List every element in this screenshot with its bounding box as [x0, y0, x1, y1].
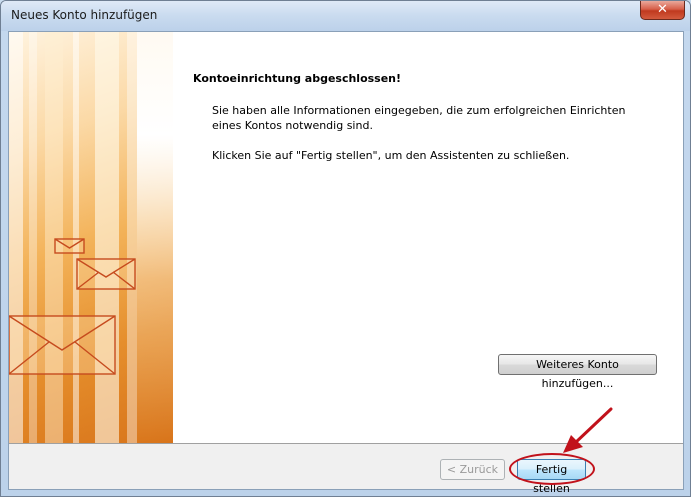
window-title: Neues Konto hinzufügen — [11, 8, 158, 22]
close-icon: ✕ — [657, 2, 668, 17]
envelope-icon — [9, 238, 136, 375]
wizard-frame: Kontoeinrichtung abgeschlossen! Sie habe… — [8, 31, 684, 495]
close-button[interactable]: ✕ — [640, 1, 685, 20]
annotation-arrow — [563, 407, 613, 453]
instruction-text: Klicken Sie auf "Fertig stellen", um den… — [212, 149, 570, 162]
dialog-window: Neues Konto hinzufügen ✕ Kontoeinrichtun… — [0, 0, 691, 497]
wizard-content: Kontoeinrichtung abgeschlossen! Sie habe… — [9, 32, 683, 443]
add-another-account-button[interactable]: Weiteres Konto hinzufügen... — [498, 354, 657, 390]
back-button[interactable]: < Zurück — [440, 459, 505, 480]
page-title: Kontoeinrichtung abgeschlossen! — [193, 72, 402, 85]
info-text: Sie haben alle Informationen eingegeben,… — [212, 104, 626, 132]
title-bar[interactable]: Neues Konto hinzufügen ✕ — [1, 1, 690, 31]
wizard-side-art — [9, 32, 173, 443]
annotation-highlight — [509, 453, 595, 485]
